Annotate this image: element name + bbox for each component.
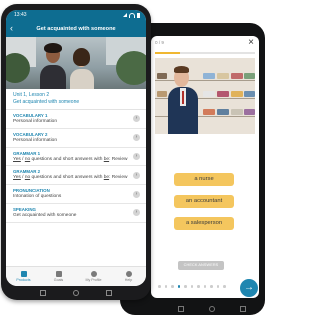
chevron-right-icon: ›	[133, 171, 140, 179]
battery-icon	[137, 12, 140, 18]
page-dot	[158, 285, 161, 288]
item-category: SPEAKING	[13, 206, 36, 212]
lesson-item[interactable]: VOCABULARY 1 Personal information ›	[6, 110, 146, 129]
unit-subtitle: Get acquainted with someone	[13, 99, 80, 105]
page-dot	[216, 285, 219, 288]
home-icon	[72, 290, 79, 296]
item-category: GRAMMAR 1	[13, 150, 41, 156]
lesson-photo	[6, 37, 146, 89]
item-description: Intonation of questions	[13, 194, 62, 200]
status-time: 13:43	[14, 12, 27, 18]
quiz-screen: 0 / 9 × a nurse an accountant a salesper…	[151, 36, 259, 298]
status-bar: 13:43	[6, 10, 146, 20]
help-icon	[125, 271, 132, 277]
page-dot	[197, 285, 200, 288]
back-arrow-icon[interactable]: ‹	[10, 20, 20, 37]
item-description: Personal information	[13, 137, 57, 143]
nav-my-profile[interactable]: My Profile	[76, 267, 111, 286]
lesson-item[interactable]: GRAMMAR 1 Yes / no questions and short a…	[6, 148, 146, 167]
progress-fill	[155, 52, 180, 54]
item-category: GRAMMAR 2	[13, 169, 41, 175]
chevron-right-icon: ›	[133, 152, 140, 160]
products-icon	[20, 271, 27, 277]
recent-apps-icon	[40, 290, 47, 296]
page-dots	[158, 285, 226, 288]
page-dot	[171, 285, 174, 288]
unit-title: Unit 1, Lesson 2	[13, 92, 50, 98]
page-dot	[184, 285, 187, 288]
nav-label: Goals	[53, 278, 64, 282]
bottom-nav: Products Goals My Profile Help	[6, 266, 146, 286]
page-title: Get acquainted with someone	[36, 25, 116, 32]
signal-icon	[123, 13, 127, 17]
back-hw-icon	[105, 290, 112, 296]
page-dot	[223, 285, 226, 288]
nav-products[interactable]: Products	[6, 267, 41, 286]
page-dot	[177, 285, 180, 288]
home-icon	[209, 306, 215, 312]
check-answers-button[interactable]: CHECK ANSWERS	[178, 261, 224, 270]
close-icon[interactable]: ×	[248, 37, 254, 48]
item-category: PRONUNCIATION	[13, 188, 50, 194]
recent-apps-icon	[178, 306, 184, 312]
profile-icon	[90, 271, 97, 277]
item-description: Personal information	[13, 119, 57, 124]
next-arrow-icon[interactable]: →	[240, 279, 258, 297]
nav-goals[interactable]: Goals	[41, 267, 76, 286]
item-category: VOCABULARY 2	[13, 131, 48, 137]
chevron-right-icon: ›	[133, 190, 140, 198]
hardware-buttons	[1, 290, 151, 296]
lesson-item[interactable]: SPEAKING Get acquainted with someone ›	[6, 204, 146, 223]
item-category: VOCABULARY 1	[13, 113, 48, 118]
lesson-screen: 13:43 ‹ Get acquainted with someone Unit…	[6, 10, 146, 286]
item-description: Yes / no questions and short answers wit…	[13, 156, 128, 162]
wifi-icon	[129, 12, 135, 18]
item-description: Yes / no questions and short answers wit…	[13, 175, 128, 181]
progress-bar	[155, 52, 255, 54]
item-description: Get acquainted with someone	[13, 212, 77, 218]
nav-label: Help	[124, 278, 133, 282]
choice-button[interactable]: an accountant	[174, 195, 234, 208]
unit-header: Unit 1, Lesson 2 Get acquainted with som…	[6, 89, 146, 110]
hardware-buttons	[178, 306, 246, 312]
page-dot	[164, 285, 167, 288]
nav-label: My Profile	[85, 278, 102, 282]
chevron-right-icon: ›	[133, 134, 140, 142]
chevron-right-icon: ›	[133, 115, 140, 123]
chevron-right-icon: ›	[133, 209, 140, 217]
nav-help[interactable]: Help	[111, 267, 146, 286]
lesson-item[interactable]: PRONUNCIATION Intonation of questions ›	[6, 185, 146, 204]
lesson-item[interactable]: VOCABULARY 2 Personal information ›	[6, 129, 146, 148]
app-bar: ‹ Get acquainted with someone	[6, 20, 146, 37]
question-counter: 0 / 9	[155, 40, 164, 45]
page-dot	[190, 285, 193, 288]
choice-button[interactable]: a nurse	[174, 173, 234, 186]
choice-button[interactable]: a salesperson	[174, 217, 234, 230]
back-hw-icon	[240, 306, 246, 312]
page-dot	[210, 285, 213, 288]
lesson-item[interactable]: GRAMMAR 2 Yes / no questions and short a…	[6, 166, 146, 186]
nav-label: Products	[16, 278, 31, 282]
goals-icon	[55, 271, 62, 277]
photo-salesperson	[155, 58, 255, 134]
phone-lesson: 13:43 ‹ Get acquainted with someone Unit…	[1, 4, 151, 300]
page-dot	[203, 285, 206, 288]
